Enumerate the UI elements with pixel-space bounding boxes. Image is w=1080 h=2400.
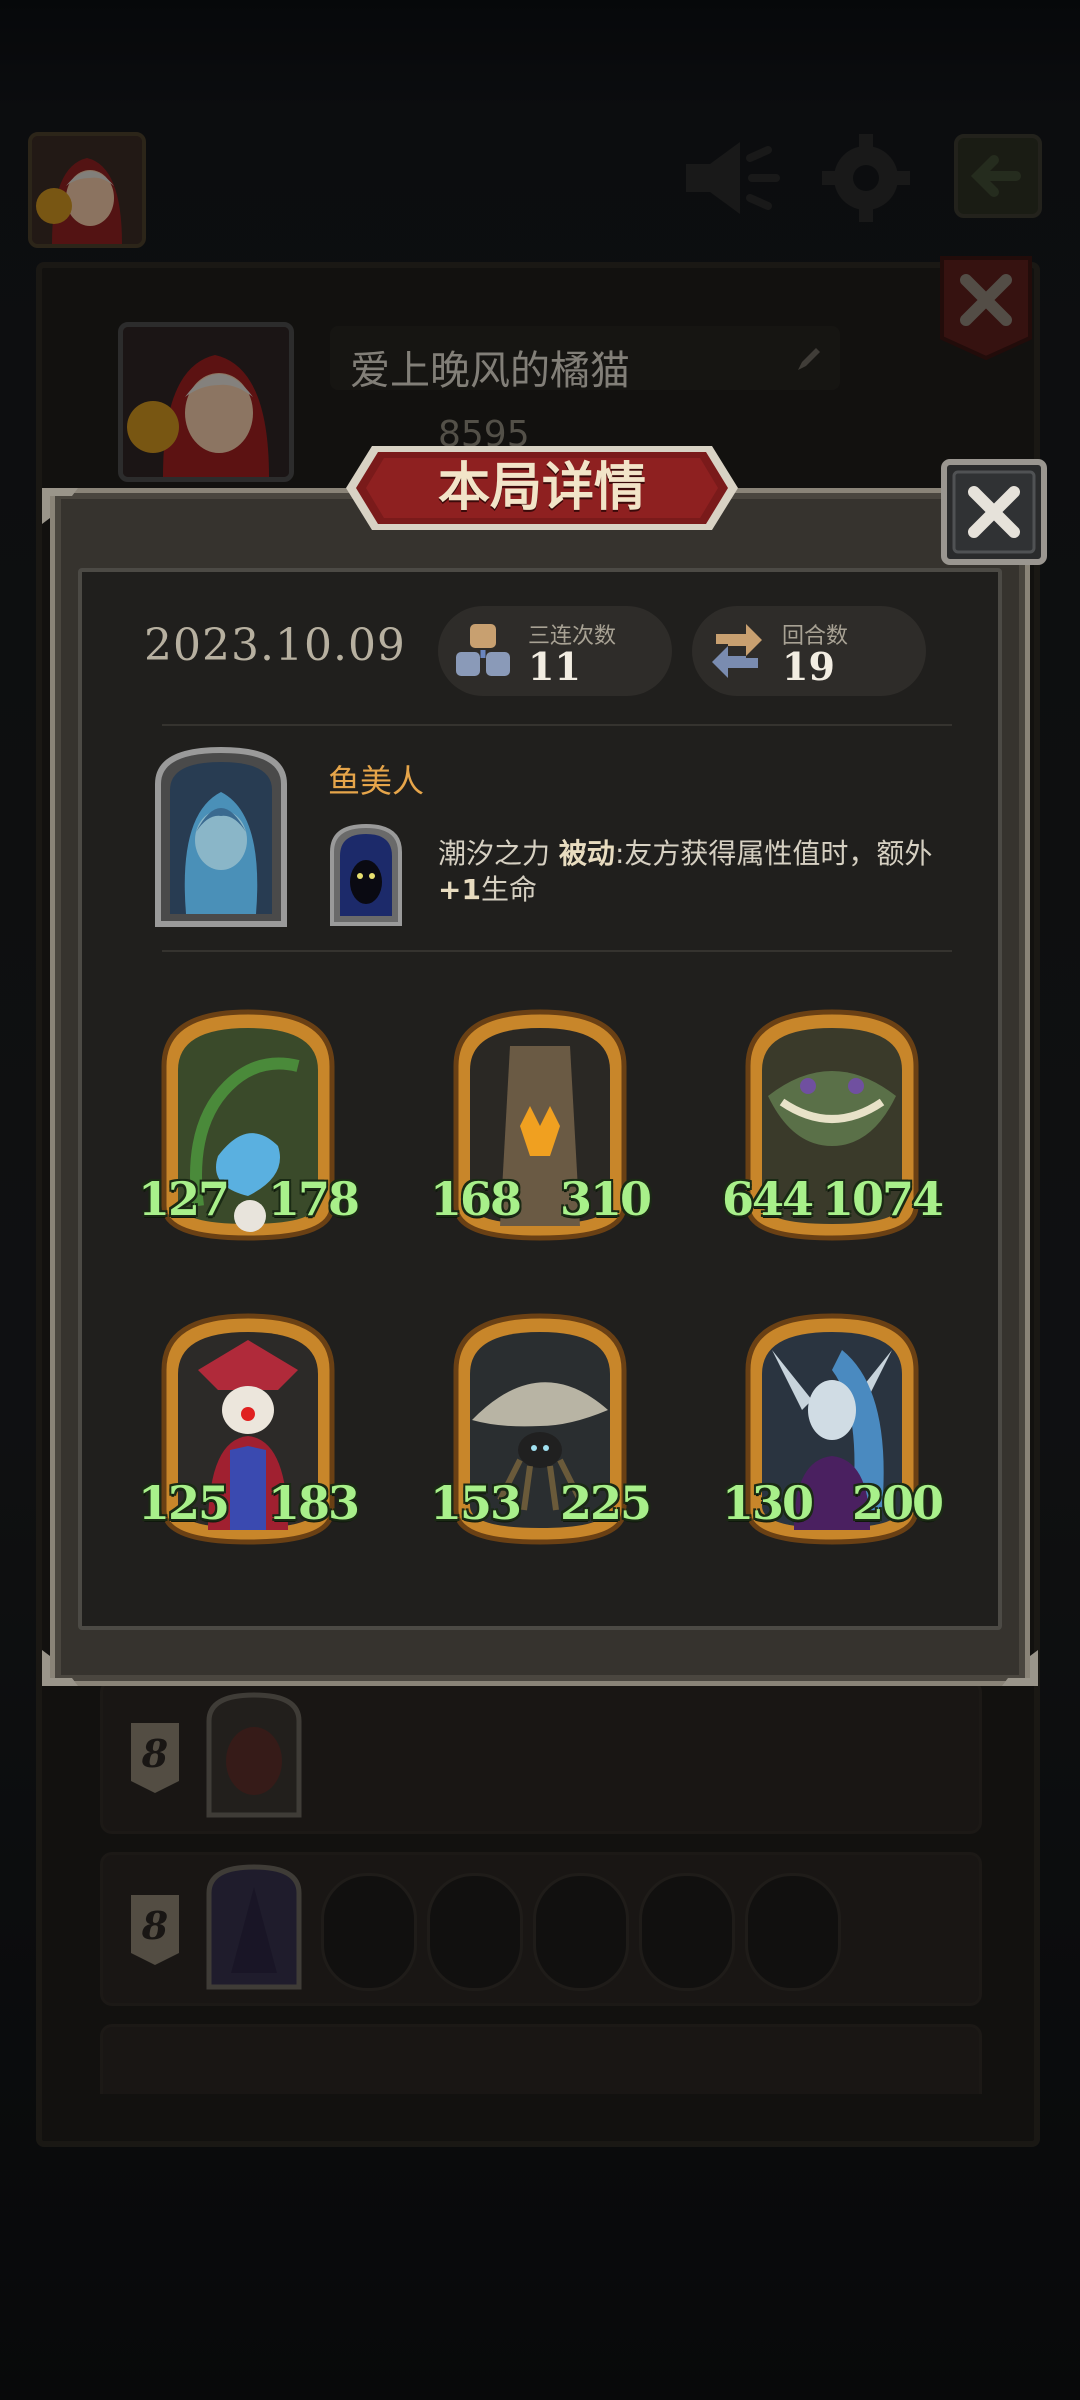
stat-value: 19 [782, 644, 835, 689]
unit-card-treant[interactable]: 168 310 [430, 1006, 652, 1244]
skill-text: 生命 [480, 873, 537, 906]
rounds-icon [712, 624, 762, 678]
title-banner: 本局详情 [342, 442, 742, 534]
unit-attack: 644 [722, 1172, 814, 1226]
skill-bonus: +1 [438, 873, 481, 906]
unit-card-elf-lady[interactable]: 130 200 [722, 1310, 944, 1548]
unit-health: 225 [559, 1476, 652, 1530]
corner-ornament [42, 1650, 78, 1686]
unit-health: 200 [851, 1476, 944, 1530]
match-details-modal: 本局详情 2023.10.09 三连次数 11 回合数 19 鱼美人 潮汐之力 … [42, 446, 1047, 1686]
corner-ornament [42, 488, 78, 524]
skill-name: 潮汐之力 [438, 837, 551, 870]
unit-attack: 168 [430, 1172, 522, 1226]
hero-portrait [148, 744, 294, 934]
hero-name: 鱼美人 [328, 762, 425, 800]
unit-card-clown[interactable]: 125 183 [138, 1310, 360, 1548]
skill-type: 被动 [558, 837, 615, 870]
unit-health: 1074 [821, 1172, 944, 1226]
unit-attack: 125 [138, 1476, 230, 1530]
modal-close-button[interactable] [940, 458, 1048, 566]
skill-description: 潮汐之力 被动:友方获得属性值时，额外 +1生命 [438, 836, 1018, 908]
skill-text: :友方获得属性值时，额外 [614, 837, 933, 870]
unit-attack: 130 [722, 1476, 814, 1530]
unit-card-grin-creature[interactable]: 644 1074 [722, 1006, 944, 1244]
unit-health: 183 [267, 1476, 360, 1530]
modal-title: 本局详情 [437, 458, 646, 518]
triple-count-stat: 三连次数 11 [438, 606, 672, 696]
unit-attack: 153 [430, 1476, 522, 1530]
stat-value: 11 [528, 644, 581, 689]
unit-health: 310 [559, 1172, 652, 1226]
skill-icon [326, 822, 406, 928]
unit-attack: 127 [138, 1172, 230, 1226]
triple-icon [456, 624, 510, 676]
unit-health: 178 [267, 1172, 360, 1226]
round-count-stat: 回合数 19 [692, 606, 926, 696]
divider [162, 724, 952, 726]
divider [162, 950, 952, 952]
match-date: 2023.10.09 [144, 620, 406, 671]
unit-card-vine-heart[interactable]: 127 178 [138, 1006, 360, 1244]
unit-card-mushroom-spider[interactable]: 153 225 [430, 1310, 652, 1548]
corner-ornament [1002, 1650, 1038, 1686]
